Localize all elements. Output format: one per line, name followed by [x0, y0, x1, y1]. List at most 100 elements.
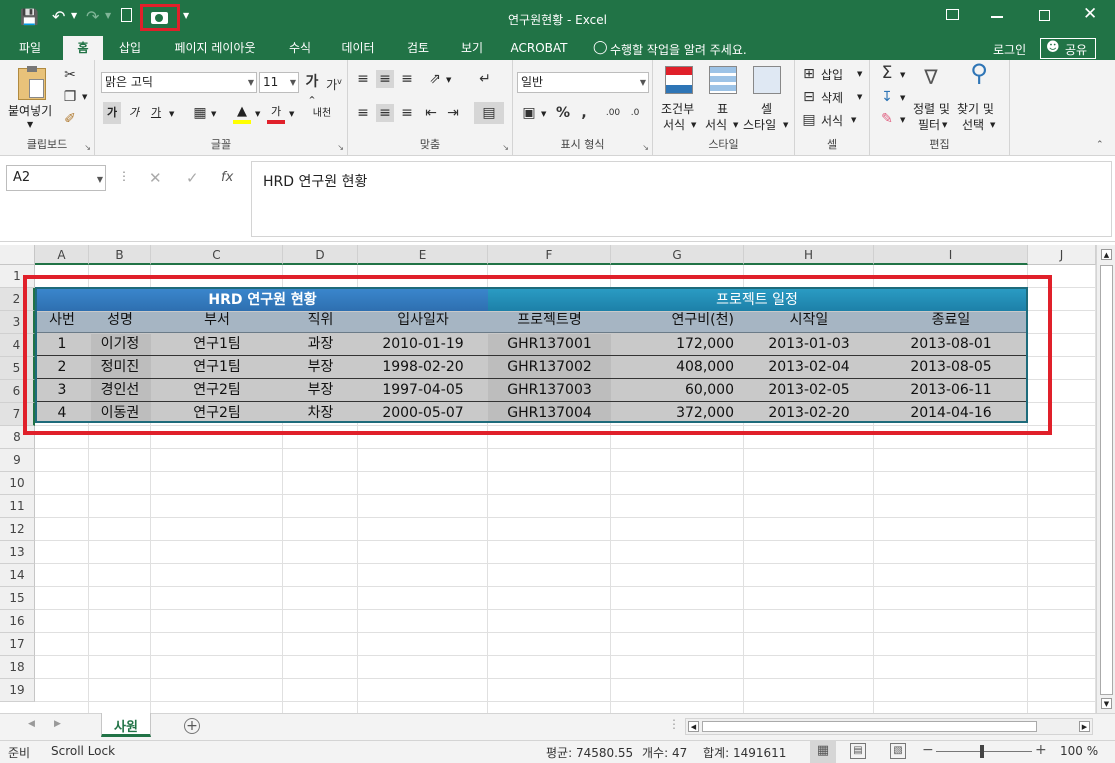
border-dropdown-icon[interactable]: ▼ [211, 110, 216, 118]
align-bottom-icon[interactable]: ≡ [398, 70, 416, 88]
row-header[interactable]: 9 [0, 449, 35, 472]
sort-dropdown-icon[interactable]: ▼ [942, 121, 947, 129]
font-color-button[interactable]: 가 [267, 102, 285, 124]
ribbon-display-icon[interactable] [946, 9, 959, 20]
row-header[interactable]: 17 [0, 633, 35, 656]
name-box[interactable]: A2 ▼ [6, 165, 106, 191]
tab-formulas[interactable]: 수식 [280, 36, 320, 60]
vertical-scrollbar[interactable]: ▲ ▼ [1096, 245, 1115, 713]
row-header[interactable]: 15 [0, 587, 35, 610]
accounting-dropdown-icon[interactable]: ▼ [541, 110, 546, 118]
sheet-prev-icon[interactable]: ◀ [28, 719, 35, 729]
close-icon[interactable]: ✕ [1083, 4, 1097, 24]
page-layout-view-icon[interactable]: ▤ [850, 743, 866, 759]
format-cells-button[interactable]: 서식 [821, 112, 843, 129]
underline-dropdown-icon[interactable]: ▼ [169, 110, 174, 118]
horizontal-scrollbar[interactable]: ◀ ▶ [685, 718, 1093, 735]
column-header[interactable]: A [35, 245, 89, 265]
increase-decimal-icon[interactable]: .00 [603, 104, 623, 122]
percent-icon[interactable]: % [555, 104, 571, 122]
scroll-right-icon[interactable]: ▶ [1079, 721, 1090, 732]
scroll-down-icon[interactable]: ▼ [1101, 698, 1112, 709]
column-header[interactable]: B [89, 245, 151, 265]
row-header[interactable]: 19 [0, 679, 35, 702]
autosum-icon[interactable]: Σ [878, 64, 896, 82]
bold-button[interactable]: 가 [103, 102, 121, 124]
select-all-corner[interactable] [0, 245, 35, 265]
number-launcher-icon[interactable]: ↘ [642, 143, 649, 152]
sheet-tab-active[interactable]: 사원 [101, 713, 151, 737]
underline-button[interactable]: 가 [147, 102, 165, 124]
share-button[interactable]: ☻ 공유 [1040, 38, 1096, 59]
scroll-up-icon[interactable]: ▲ [1101, 249, 1112, 260]
cell-styles-icon[interactable] [753, 66, 781, 94]
row-header[interactable]: 13 [0, 541, 35, 564]
insert-function-icon[interactable]: fx [221, 170, 233, 185]
fill-icon[interactable]: ↧ [878, 88, 896, 106]
tab-acrobat[interactable]: ACROBAT [505, 36, 573, 60]
tab-split-icon[interactable]: ⋮ [668, 717, 680, 731]
paste-button[interactable]: 붙여넣기 [8, 102, 52, 119]
worksheet-grid[interactable]: ABCDEFGHIJ 1 2 3 4 5 6 7 8 9 10 11 12 13 14 15 16 17 18 19… [0, 245, 1096, 713]
orientation-icon[interactable]: ⇗ [424, 70, 446, 88]
tab-insert[interactable]: 삽입 [108, 36, 152, 60]
tab-review[interactable]: 검토 [398, 36, 438, 60]
align-center-icon[interactable]: ≡ [376, 104, 394, 122]
column-header[interactable]: D [283, 245, 358, 265]
find-select-icon[interactable]: ⚲ [964, 61, 994, 85]
align-top-icon[interactable]: ≡ [354, 70, 372, 88]
decrease-font-icon[interactable]: 가v [325, 73, 343, 94]
tab-data[interactable]: 데이터 [334, 36, 382, 60]
tell-me-input[interactable]: 수행할 작업을 알려 주세요. [610, 41, 747, 58]
hscroll-thumb[interactable] [702, 721, 1037, 732]
find-select-label2[interactable]: 선택 [962, 116, 984, 133]
tab-home[interactable]: 홈 [63, 36, 103, 60]
conditional-format-label2[interactable]: 서식 [663, 116, 685, 133]
align-right-icon[interactable]: ≡ [398, 104, 416, 122]
copy-dropdown-icon[interactable]: ▼ [82, 93, 87, 101]
tab-page-layout[interactable]: 페이지 레이아웃 [163, 36, 267, 60]
column-header[interactable]: G [611, 245, 744, 265]
paste-dropdown-icon[interactable]: ▼ [27, 120, 33, 129]
cell-styles-label[interactable]: 셀 [761, 100, 772, 117]
column-header[interactable]: E [358, 245, 488, 265]
italic-button[interactable]: 가 [125, 102, 143, 124]
cut-icon[interactable]: ✂ [62, 66, 78, 84]
find-select-label[interactable]: 찾기 및 [957, 100, 994, 117]
fill-color-icon[interactable]: ▲ [233, 104, 251, 124]
align-middle-icon[interactable]: ≡ [376, 70, 394, 88]
format-painter-icon[interactable]: ✐ [62, 110, 78, 128]
phonetic-button[interactable]: 내천 [310, 104, 334, 119]
row-header[interactable]: 12 [0, 518, 35, 541]
row-header[interactable]: 11 [0, 495, 35, 518]
paste-icon[interactable] [18, 66, 46, 100]
cancel-icon[interactable]: ✕ [149, 169, 162, 187]
insert-cells-icon[interactable]: ⊞ [801, 65, 817, 83]
column-header[interactable]: H [744, 245, 874, 265]
zoom-slider-track[interactable] [936, 751, 1032, 752]
row-header[interactable]: 14 [0, 564, 35, 587]
sheet-next-icon[interactable]: ▶ [54, 719, 61, 729]
formula-input[interactable]: HRD 연구원 현황 [251, 161, 1112, 237]
font-color-dropdown-icon[interactable]: ▼ [289, 110, 294, 118]
delete-cells-button[interactable]: 삭제 [821, 89, 843, 106]
sort-filter-icon[interactable]: ∇ [916, 67, 946, 87]
collapse-ribbon-icon[interactable]: ⌃ [1096, 140, 1104, 150]
zoom-slider-thumb[interactable] [980, 745, 984, 758]
increase-indent-icon[interactable]: ⇥ [444, 104, 462, 122]
zoom-in-icon[interactable]: + [1035, 742, 1047, 758]
sort-filter-label[interactable]: 정렬 및 [913, 100, 950, 117]
font-name-combo[interactable]: 맑은 고딕 ▼ [101, 72, 257, 93]
comma-icon[interactable]: , [577, 104, 591, 122]
insert-cells-button[interactable]: 삽입 [821, 66, 843, 83]
column-header[interactable]: F [488, 245, 611, 265]
row-header[interactable]: 16 [0, 610, 35, 633]
decrease-indent-icon[interactable]: ⇤ [422, 104, 440, 122]
add-sheet-icon[interactable]: + [184, 718, 200, 734]
clear-dropdown-icon[interactable]: ▼ [900, 116, 905, 124]
conditional-dropdown-icon[interactable]: ▼ [691, 121, 696, 129]
minimize-icon[interactable] [991, 16, 1003, 18]
table-format-label[interactable]: 표 [717, 100, 728, 117]
column-header[interactable]: C [151, 245, 283, 265]
delete-dropdown-icon[interactable]: ▼ [857, 93, 862, 101]
